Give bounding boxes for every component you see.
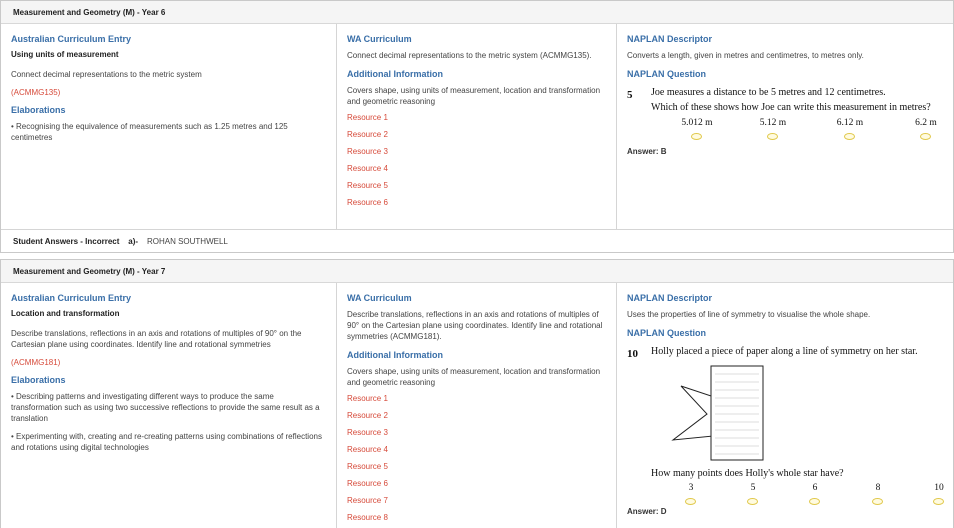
- additional-info-title: Additional Information: [347, 350, 443, 360]
- student-answers-row: Student Answers - Incorrect a)- ROHAN SO…: [1, 229, 953, 253]
- panel-header: Measurement and Geometry (M) - Year 6: [1, 1, 953, 24]
- answer-option: 5: [750, 483, 756, 493]
- resource-link-6[interactable]: Resource 6: [347, 197, 606, 214]
- resource-link-1[interactable]: Resource 1: [347, 393, 606, 410]
- wa-description: Connect decimal representations to the m…: [347, 51, 592, 60]
- question-line-1: Joe measures a distance to be 5 metres a…: [651, 87, 886, 98]
- answer-bubble[interactable]: [933, 498, 944, 505]
- elaborations-title: Elaborations: [11, 105, 66, 115]
- strand-subtitle: Location and transformation: [11, 309, 120, 318]
- resource-link-1[interactable]: Resource 1: [347, 112, 606, 129]
- strand-subtitle: Using units of measurement: [11, 50, 119, 59]
- elaboration-item: • Describing patterns and investigating …: [11, 392, 320, 423]
- answer-option: 6.12 m: [836, 118, 864, 128]
- answer-bubble[interactable]: [809, 498, 820, 505]
- naplan-descriptor-text: Uses the properties of line of symmetry …: [627, 310, 871, 319]
- star-with-paper-illustration: [671, 365, 764, 461]
- wa-description: Describe translations, reflections in an…: [347, 310, 603, 341]
- section-title: Australian Curriculum Entry: [11, 293, 132, 303]
- answer-bubble[interactable]: [920, 133, 931, 140]
- student-answers-label: Student Answers - Incorrect: [13, 237, 120, 246]
- australian-curriculum-column: Australian Curriculum Entry Location and…: [1, 283, 337, 528]
- panel-header: Measurement and Geometry (M) - Year 7: [1, 260, 953, 283]
- elaboration-item: • Experimenting with, creating and re-cr…: [11, 432, 322, 452]
- section-title: NAPLAN Descriptor: [627, 34, 713, 44]
- question-number: 10: [627, 348, 638, 360]
- resource-link-4[interactable]: Resource 4: [347, 444, 606, 461]
- resource-link-2[interactable]: Resource 2: [347, 129, 606, 146]
- answer-bubble[interactable]: [844, 133, 855, 140]
- answer-option: 6.2 m: [915, 118, 937, 128]
- wa-curriculum-column: WA Curriculum Connect decimal representa…: [337, 24, 617, 229]
- answer-option: 8: [875, 483, 881, 493]
- student-answer-item: a)-: [128, 237, 139, 246]
- question-number: 5: [627, 89, 633, 101]
- naplan-descriptor-text: Converts a length, given in metres and c…: [627, 51, 864, 60]
- naplan-question-title: NAPLAN Question: [627, 69, 707, 79]
- student-name: ROHAN SOUTHWELL: [146, 237, 228, 246]
- answer-bubble[interactable]: [872, 498, 883, 505]
- resource-link-5[interactable]: Resource 5: [347, 180, 606, 197]
- resource-link-3[interactable]: Resource 3: [347, 427, 606, 444]
- wa-curriculum-column: WA Curriculum Describe translations, ref…: [337, 283, 617, 528]
- resource-link-7[interactable]: Resource 7: [347, 495, 606, 512]
- resource-link-2[interactable]: Resource 2: [347, 410, 606, 427]
- answer-bubble[interactable]: [767, 133, 778, 140]
- additional-info-text: Covers shape, using units of measurement…: [347, 367, 601, 387]
- answer-bubble[interactable]: [747, 498, 758, 505]
- answer-option: 5.012 m: [681, 118, 713, 128]
- naplan-question: 5 Joe measures a distance to be 5 metres…: [627, 85, 943, 155]
- section-title: NAPLAN Descriptor: [627, 293, 713, 303]
- question-line-2: How many points does Holly's whole star …: [651, 468, 844, 479]
- answer-bubble[interactable]: [691, 133, 702, 140]
- outcome-panel-year7: Measurement and Geometry (M) - Year 7 Au…: [0, 259, 954, 528]
- elaboration-item: • Recognising the equivalence of measure…: [11, 122, 288, 142]
- additional-info-title: Additional Information: [347, 69, 443, 79]
- section-title: WA Curriculum: [347, 293, 412, 303]
- outcome-panel-year6: Measurement and Geometry (M) - Year 6 Au…: [0, 0, 954, 253]
- curriculum-description: Describe translations, reflections in an…: [11, 329, 302, 349]
- additional-info-text: Covers shape, using units of measurement…: [347, 86, 601, 106]
- resource-link-3[interactable]: Resource 3: [347, 146, 606, 163]
- curriculum-code: (ACMMG135): [11, 88, 61, 97]
- naplan-column: NAPLAN Descriptor Converts a length, giv…: [617, 24, 953, 229]
- resource-link-8[interactable]: Resource 8: [347, 512, 606, 528]
- naplan-question: 10 Holly placed a piece of paper along a…: [627, 344, 944, 516]
- section-title: Australian Curriculum Entry: [11, 34, 132, 44]
- naplan-column: NAPLAN Descriptor Uses the properties of…: [617, 283, 953, 528]
- australian-curriculum-column: Australian Curriculum Entry Using units …: [1, 24, 337, 229]
- answer-option: 10: [934, 483, 944, 493]
- resource-link-4[interactable]: Resource 4: [347, 163, 606, 180]
- question-line-1: Holly placed a piece of paper along a li…: [651, 346, 918, 357]
- curriculum-description: Connect decimal representations to the m…: [11, 70, 202, 79]
- curriculum-code: (ACMMG181): [11, 358, 61, 367]
- resource-link-6[interactable]: Resource 6: [347, 478, 606, 495]
- elaborations-title: Elaborations: [11, 375, 66, 385]
- naplan-question-title: NAPLAN Question: [627, 328, 707, 338]
- answer-option: 6: [812, 483, 818, 493]
- answer-option: 5.12 m: [759, 118, 787, 128]
- resource-link-5[interactable]: Resource 5: [347, 461, 606, 478]
- answer-bubble[interactable]: [685, 498, 696, 505]
- section-title: WA Curriculum: [347, 34, 412, 44]
- answer-option: 3: [688, 483, 694, 493]
- question-line-2: Which of these shows how Joe can write t…: [651, 102, 931, 113]
